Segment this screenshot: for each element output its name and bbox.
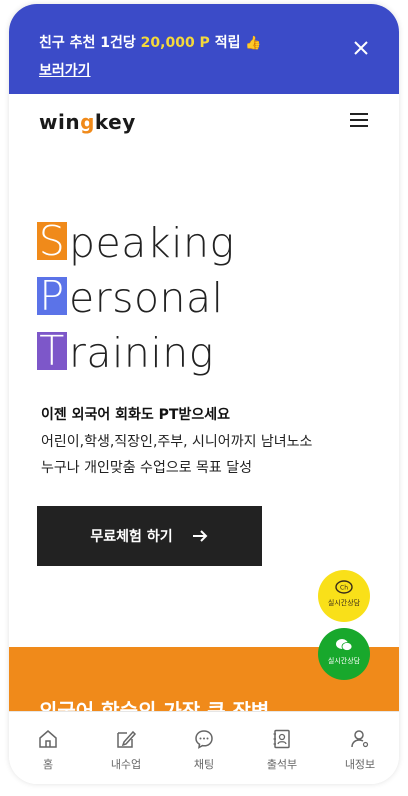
hero-rest-speaking: peaking — [69, 219, 235, 267]
hero-line-speaking: Speaking — [37, 219, 235, 267]
phone-frame: 친구 추천 1건당 20,000 P 적립 👍 보러가기 wingkey Spe… — [9, 4, 399, 784]
arrow-right-icon — [192, 530, 207, 542]
promo-suffix: 적립 — [209, 35, 241, 51]
hero-initial-p: P — [37, 276, 67, 317]
promo-text: 친구 추천 1건당 20,000 P 적립 👍 — [39, 32, 262, 52]
logo-accent: g — [80, 110, 95, 134]
user-icon — [351, 730, 369, 748]
nav-item-home[interactable]: 홈 — [9, 712, 87, 784]
nav-item-chat[interactable]: 채팅 — [165, 712, 243, 784]
kakao-icon: Ch — [335, 580, 353, 594]
free-trial-button[interactable]: 무료체험 하기 — [37, 506, 262, 566]
nav-label-attendance: 출석부 — [266, 758, 298, 771]
logo-part2: key — [94, 110, 136, 134]
bottom-navigation: 홈 내수업 채팅 출석부 내정보 — [9, 711, 399, 784]
hero-initial-t: T — [37, 331, 67, 372]
nav-item-my-class[interactable]: 내수업 — [87, 712, 165, 784]
nav-label-my-class: 내수업 — [110, 758, 142, 771]
promo-amount: 20,000 P — [140, 35, 210, 51]
nav-label-chat: 채팅 — [193, 758, 215, 771]
free-trial-label: 무료체험 하기 — [90, 529, 173, 545]
edit-icon — [117, 730, 137, 748]
promo-view-link[interactable]: 보러가기 — [39, 60, 91, 80]
thumbs-up-icon: 👍 — [245, 36, 262, 51]
home-icon — [39, 730, 57, 748]
hero-initial-s: S — [37, 217, 67, 265]
kakao-chat-button[interactable]: Ch 실시간상담 — [318, 570, 370, 622]
hero-rest-personal: ersonal — [69, 274, 224, 322]
wingkey-logo[interactable]: wingkey — [39, 110, 136, 134]
hamburger-menu-icon[interactable] — [350, 113, 368, 127]
logo-part1: win — [39, 110, 81, 134]
hero-line-personal: Personal — [37, 274, 224, 322]
promo-banner: 친구 추천 1건당 20,000 P 적립 👍 보러가기 — [9, 4, 399, 94]
wechat-chat-label: 실시간상담 — [327, 657, 361, 665]
nav-item-attendance[interactable]: 출석부 — [243, 712, 321, 784]
promo-prefix: 친구 추천 1건당 — [39, 35, 141, 51]
hero-subtitle: 이젠 외국어 회화도 PT받으세요 — [41, 407, 230, 423]
nav-item-my-info[interactable]: 내정보 — [321, 712, 399, 784]
wechat-chat-button[interactable]: 실시간상담 — [318, 628, 370, 680]
nav-label-home: 홈 — [42, 758, 54, 771]
hero-rest-training: raining — [69, 329, 214, 377]
svg-text:Ch: Ch — [340, 585, 348, 592]
close-icon[interactable] — [353, 40, 369, 56]
hero-description-1: 어린이,학생,직장인,주부, 시니어까지 남녀노소 — [41, 434, 313, 450]
wechat-icon — [336, 639, 353, 651]
kakao-chat-label: 실시간상담 — [327, 599, 361, 607]
attendance-icon — [273, 729, 290, 749]
chat-icon — [195, 730, 213, 749]
hero-description-2: 누구나 개인맞춤 수업으로 목표 달성 — [41, 460, 252, 476]
nav-label-my-info: 내정보 — [344, 758, 376, 771]
hero-line-training: Training — [37, 329, 214, 377]
top-header: wingkey — [9, 94, 399, 150]
